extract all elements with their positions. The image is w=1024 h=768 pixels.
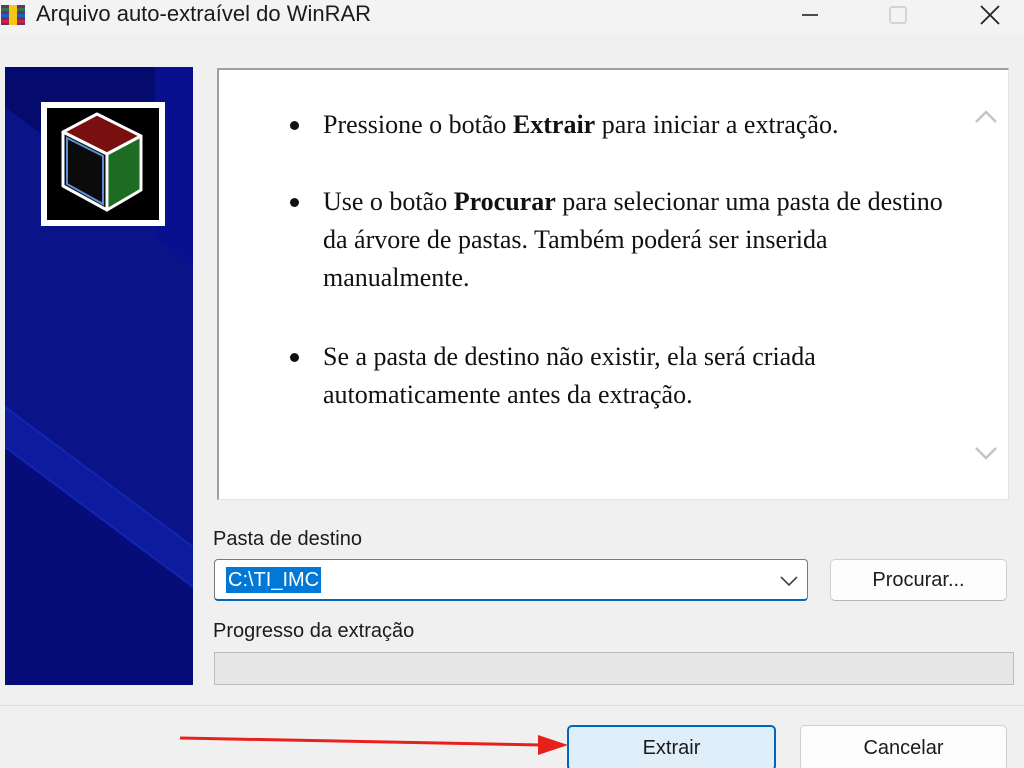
cancel-button[interactable]: Cancelar (800, 725, 1007, 768)
chevron-up-icon[interactable] (971, 102, 1001, 132)
bullet-bold-text: Procurar (453, 187, 556, 216)
winrar-banner (5, 67, 193, 685)
browse-button[interactable]: Procurar... (830, 559, 1007, 601)
bullet-text: para iniciar a extração. (595, 110, 839, 139)
destination-folder-combobox[interactable]: C:\TI_IMC (214, 559, 808, 601)
close-button[interactable] (960, 0, 1020, 30)
bullet-bold-text: Extrair (512, 110, 596, 139)
bullet-icon (290, 353, 299, 362)
list-item: Pressione o botão Extrair para iniciar a… (290, 106, 943, 144)
minimize-icon (802, 14, 818, 16)
title-bar: Arquivo auto-extraível do WinRAR (0, 0, 1024, 34)
maximize-icon (889, 6, 907, 24)
window-title: Arquivo auto-extraível do WinRAR (36, 1, 372, 26)
bullet-icon (290, 198, 299, 207)
winrar-sfx-window: Arquivo auto-extraível do WinRAR Pressio… (0, 0, 1024, 768)
list-item: Use o botão Procurar para selecionar uma… (290, 183, 943, 297)
close-icon (980, 5, 1000, 25)
instructions-panel: Pressione o botão Extrair para iniciar a… (217, 68, 1009, 500)
chevron-down-icon[interactable] (777, 569, 801, 593)
destination-folder-value[interactable]: C:\TI_IMC (226, 567, 322, 593)
list-item: Se a pasta de destino não existir, ela s… (290, 338, 943, 414)
bullet-text: Use o botão (323, 187, 454, 216)
bullet-icon (290, 121, 299, 130)
chevron-down-icon[interactable] (971, 438, 1001, 468)
maximize-button[interactable] (868, 0, 928, 30)
minimize-button[interactable] (780, 0, 840, 30)
winrar-icon (1, 5, 25, 25)
bullet-text: Se a pasta de destino não existir, ela s… (323, 342, 816, 409)
footer-divider (0, 705, 1024, 706)
red-arrow-annotation-icon (179, 735, 568, 755)
winrar-box-logo-icon (41, 102, 165, 226)
bullet-text: Pressione o botão (323, 110, 513, 139)
extraction-progress-bar (214, 652, 1014, 685)
progress-label: Progresso da extração (213, 620, 415, 642)
extract-button[interactable]: Extrair (567, 725, 776, 768)
destination-label: Pasta de destino (213, 528, 362, 550)
